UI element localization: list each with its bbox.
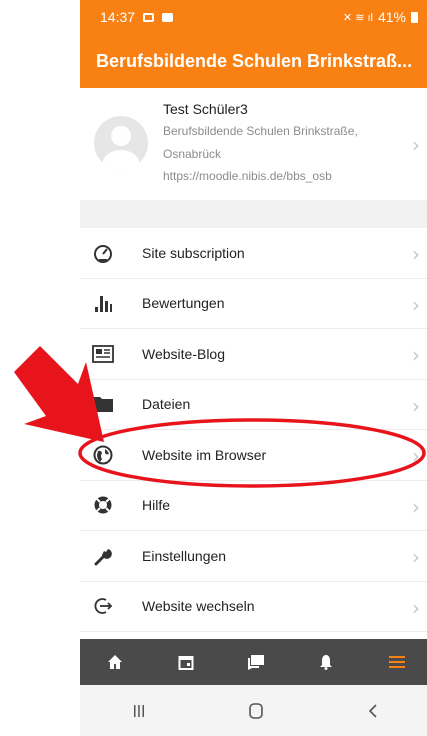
annotation-arrow-icon (14, 346, 104, 442)
